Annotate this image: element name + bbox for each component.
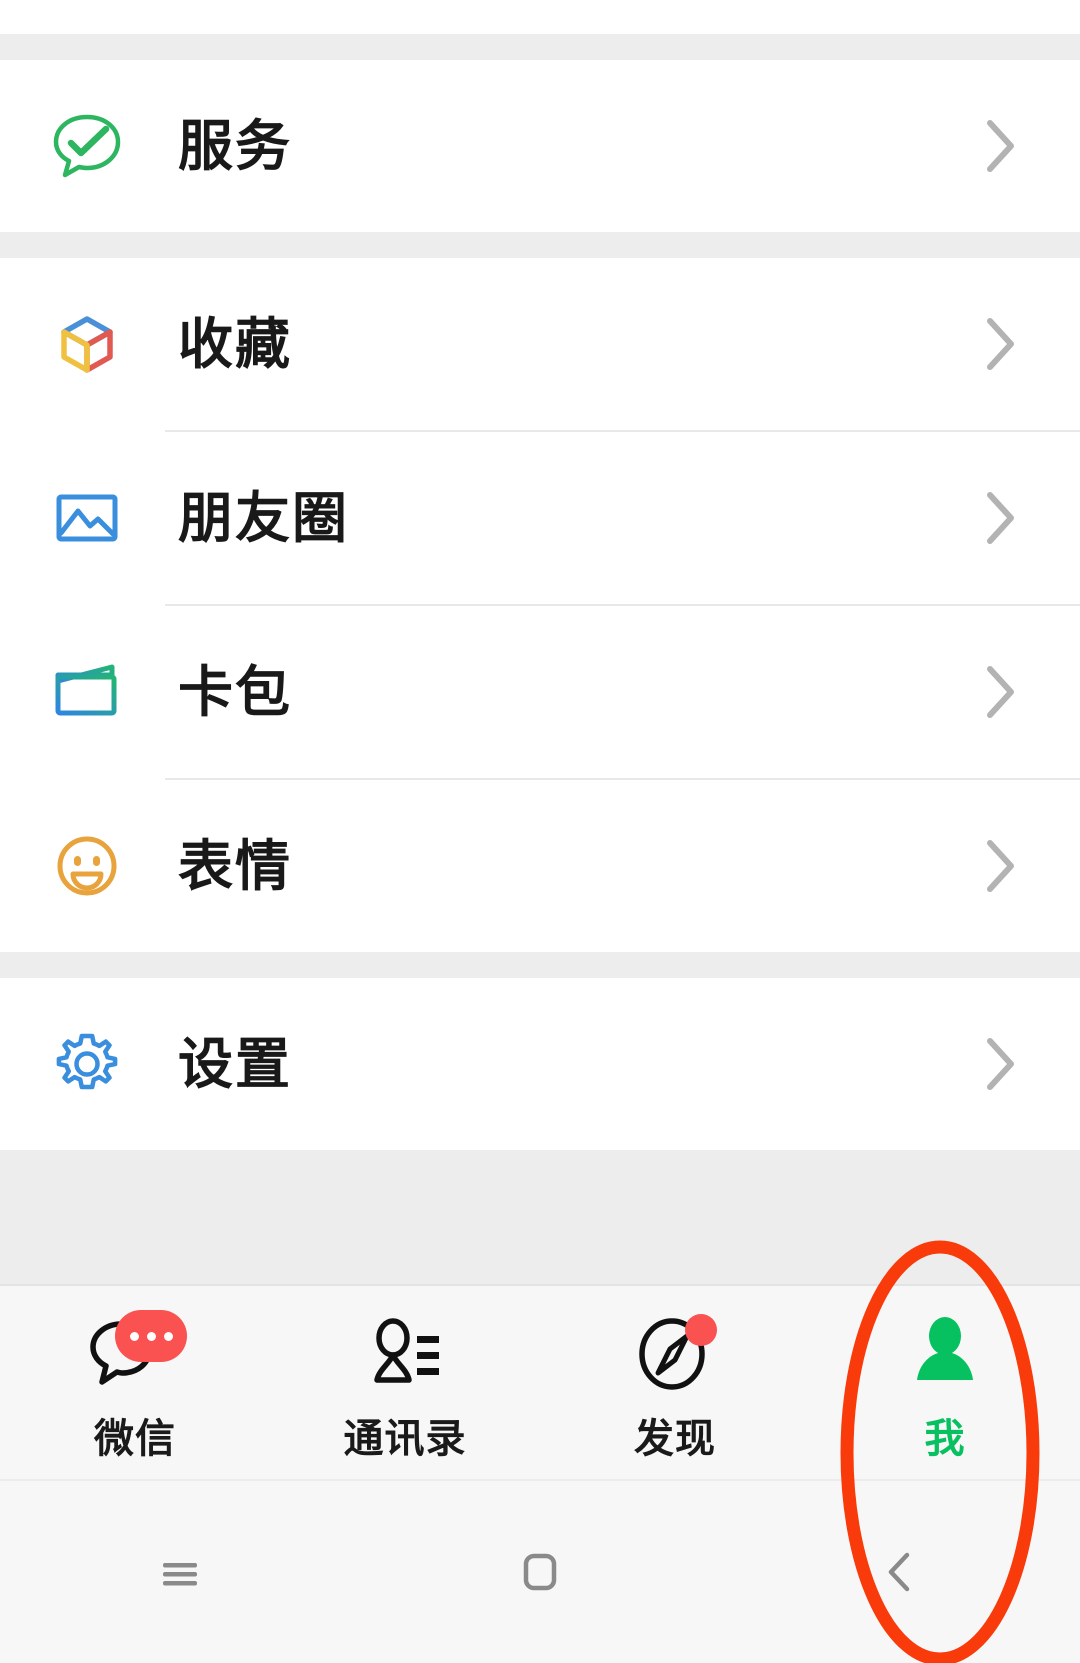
favorites-cube-icon	[48, 305, 126, 383]
android-navigation-bar	[0, 1479, 1080, 1663]
list-item-favorites[interactable]: 收藏	[0, 258, 1080, 430]
tab-label: 我	[924, 1417, 966, 1461]
cards-wallet-icon	[48, 653, 126, 731]
tab-label: 发现	[634, 1417, 716, 1461]
list-item-label: 收藏	[178, 312, 293, 375]
list-item-label: 服务	[178, 114, 293, 177]
recents-menu-icon[interactable]	[0, 1541, 360, 1603]
list-item-label: 卡包	[178, 660, 293, 723]
list-item-label: 表情	[178, 834, 293, 897]
settings-gear-icon	[48, 1025, 126, 1103]
wechat-me-screen: 服务 收藏 朋友圈 卡包 表情 设置 微信 通讯录 发现 我	[0, 0, 1080, 1663]
back-chevron-icon[interactable]	[720, 1541, 1080, 1603]
stickers-smiley-icon	[48, 827, 126, 905]
section-gap-2	[0, 952, 1080, 978]
list-item-moments[interactable]: 朋友圈	[0, 432, 1080, 604]
tab-contacts[interactable]: 通讯录	[270, 1286, 540, 1479]
chevron-right-icon	[984, 489, 1018, 547]
section-gap-top	[0, 34, 1080, 60]
list-item-settings[interactable]: 设置	[0, 978, 1080, 1150]
section-personal: 收藏 朋友圈 卡包 表情	[0, 258, 1080, 952]
list-item-label: 朋友圈	[178, 486, 350, 549]
discover-red-dot-badge	[685, 1314, 717, 1346]
section-services: 服务	[0, 60, 1080, 232]
tab-wechat[interactable]: 微信	[0, 1286, 270, 1479]
contacts-person-list-icon	[355, 1308, 455, 1400]
chevron-right-icon	[984, 663, 1018, 721]
chevron-right-icon	[984, 837, 1018, 895]
discover-compass-icon	[625, 1308, 725, 1400]
tab-label: 微信	[94, 1417, 176, 1461]
me-person-icon	[895, 1308, 995, 1400]
list-item-cards[interactable]: 卡包	[0, 606, 1080, 778]
list-item-services[interactable]: 服务	[0, 60, 1080, 232]
chat-bubbles-icon	[85, 1308, 187, 1400]
list-item-label: 设置	[178, 1032, 293, 1095]
tab-discover[interactable]: 发现	[540, 1286, 810, 1479]
section-gap-1	[0, 232, 1080, 258]
home-square-icon[interactable]	[360, 1541, 720, 1603]
services-bubble-check-icon	[48, 107, 126, 185]
status-strip	[0, 0, 1080, 34]
chevron-right-icon	[984, 1035, 1018, 1093]
chevron-right-icon	[984, 117, 1018, 175]
unread-badge	[115, 1310, 187, 1362]
list-item-stickers[interactable]: 表情	[0, 780, 1080, 952]
tab-me[interactable]: 我	[810, 1286, 1080, 1479]
section-settings: 设置	[0, 978, 1080, 1150]
moments-photo-icon	[48, 479, 126, 557]
bottom-tab-bar: 微信 通讯录 发现 我	[0, 1284, 1080, 1479]
chevron-right-icon	[984, 315, 1018, 373]
tab-label: 通讯录	[343, 1417, 467, 1461]
